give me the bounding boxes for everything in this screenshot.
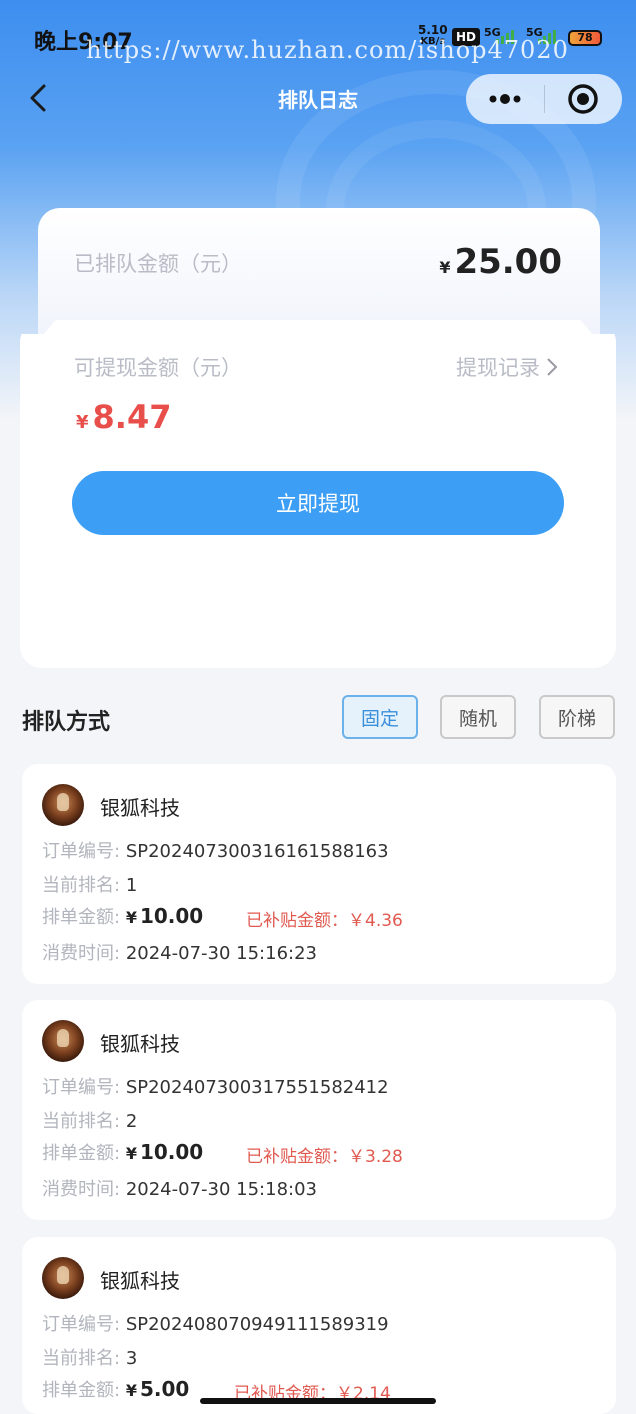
withdraw-record-link[interactable]: 提现记录 xyxy=(456,352,558,382)
subsidy-amount: 已补贴金额：￥4.36 xyxy=(246,911,403,931)
time-row: 消费时间: 2024-07-30 15:18:03 xyxy=(42,1175,317,1201)
queue-amount-value: ¥25.00 xyxy=(439,242,562,282)
withdrawable-amount-label: 可提现金额（元） xyxy=(74,356,242,380)
amount-value: ¥10.00 xyxy=(126,904,203,928)
mode-option-random[interactable]: 随机 xyxy=(440,695,516,739)
withdraw-card: 可提现金额（元） 提现记录 ¥8.47 立即提现 xyxy=(20,320,616,668)
shop-name: 银狐科技 xyxy=(100,1269,180,1293)
rank-value: 3 xyxy=(125,1348,138,1369)
amount-row: 排单金额: ¥10.00 xyxy=(42,1139,203,1165)
consume-time: 2024-07-30 15:16:23 xyxy=(125,943,317,964)
rank-label: 当前排名: xyxy=(42,875,121,896)
more-dots-icon xyxy=(489,94,521,104)
amount-label: 排单金额: xyxy=(42,1380,121,1401)
amount-row: 排单金额: ¥10.00 xyxy=(42,903,203,929)
withdraw-record-label: 提现记录 xyxy=(456,356,540,380)
rank-value: 2 xyxy=(125,1111,138,1132)
battery-icon: 78 xyxy=(568,30,602,46)
rank-row: 当前排名: 2 xyxy=(42,1107,137,1133)
time-row: 消费时间: 2024-07-30 15:16:23 xyxy=(42,939,317,965)
queue-amount-label: 已排队金额（元） xyxy=(74,252,242,276)
order-number-row: 订单编号: SP202407300317551582412 xyxy=(42,1073,389,1099)
consume-time: 2024-07-30 15:18:03 xyxy=(125,1179,317,1200)
amount-value: ¥5.00 xyxy=(126,1377,190,1401)
queue-mode-title: 排队方式 xyxy=(22,710,111,735)
amount-label: 排单金额: xyxy=(42,1143,121,1164)
rank-label: 当前排名: xyxy=(42,1111,121,1132)
rank-label: 当前排名: xyxy=(42,1348,121,1369)
currency-symbol: ¥ xyxy=(125,908,137,927)
order-number-label: 订单编号: xyxy=(42,1077,121,1098)
mini-program-capsule xyxy=(466,74,622,124)
queue-amount-number: 25.00 xyxy=(454,242,562,282)
more-button[interactable] xyxy=(466,74,544,124)
currency-symbol: ¥ xyxy=(439,258,451,277)
withdrawable-amount-value: ¥8.47 xyxy=(76,398,171,436)
shop-avatar xyxy=(42,784,84,826)
chevron-right-icon xyxy=(547,358,558,376)
mode-option-ladder[interactable]: 阶梯 xyxy=(539,695,615,739)
rank-row: 当前排名: 3 xyxy=(42,1344,137,1370)
order-card[interactable]: 银狐科技 订单编号: SP20240730031616158816​3 当前排名… xyxy=(22,764,616,984)
time-label: 消费时间: xyxy=(42,943,121,964)
network-speed-value: 5.10 xyxy=(418,23,448,37)
mode-option-fixed[interactable]: 固定 xyxy=(342,695,418,739)
shop-name: 银狐科技 xyxy=(100,796,180,820)
order-number-row: 订单编号: SP202408070949111589319 xyxy=(42,1310,389,1336)
currency-symbol: ¥ xyxy=(76,412,89,433)
amount-number: 5.00 xyxy=(139,1377,190,1401)
home-indicator xyxy=(200,1398,436,1404)
target-icon xyxy=(568,84,598,114)
shop-name: 银狐科技 xyxy=(100,1032,180,1056)
amount-number: 10.00 xyxy=(139,1140,204,1164)
time-label: 消费时间: xyxy=(42,1179,121,1200)
amount-label: 排单金额: xyxy=(42,907,121,928)
order-number-label: 订单编号: xyxy=(42,1314,121,1335)
shop-avatar xyxy=(42,1020,84,1062)
withdrawable-amount-number: 8.47 xyxy=(92,398,172,436)
order-card[interactable]: 银狐科技 订单编号: SP202408070949111589319 当前排名:… xyxy=(22,1237,616,1414)
close-mini-program-button[interactable] xyxy=(545,74,621,124)
order-number: SP20240730031616158816​3 xyxy=(125,841,389,862)
currency-symbol: ¥ xyxy=(125,1381,137,1400)
order-number: SP202407300317551582412 xyxy=(125,1077,389,1098)
rank-value: 1 xyxy=(125,875,138,896)
amount-value: ¥10.00 xyxy=(126,1140,203,1164)
withdraw-now-button[interactable]: 立即提现 xyxy=(72,471,564,535)
order-number-label: 订单编号: xyxy=(42,841,121,862)
rank-row: 当前排名: 1 xyxy=(42,871,137,897)
currency-symbol: ¥ xyxy=(125,1144,137,1163)
watermark: https://www.huzhan.com/ishop47020 xyxy=(86,36,569,64)
amount-number: 10.00 xyxy=(139,904,204,928)
order-number-row: 订单编号: SP20240730031616158816​3 xyxy=(42,837,389,863)
amount-row: 排单金额: ¥5.00 xyxy=(42,1376,189,1402)
subsidy-amount: 已补贴金额：￥3.28 xyxy=(246,1147,403,1167)
order-card[interactable]: 银狐科技 订单编号: SP202407300317551582412 当前排名:… xyxy=(22,1000,616,1220)
order-number: SP202408070949111589319 xyxy=(125,1314,389,1335)
shop-avatar xyxy=(42,1257,84,1299)
